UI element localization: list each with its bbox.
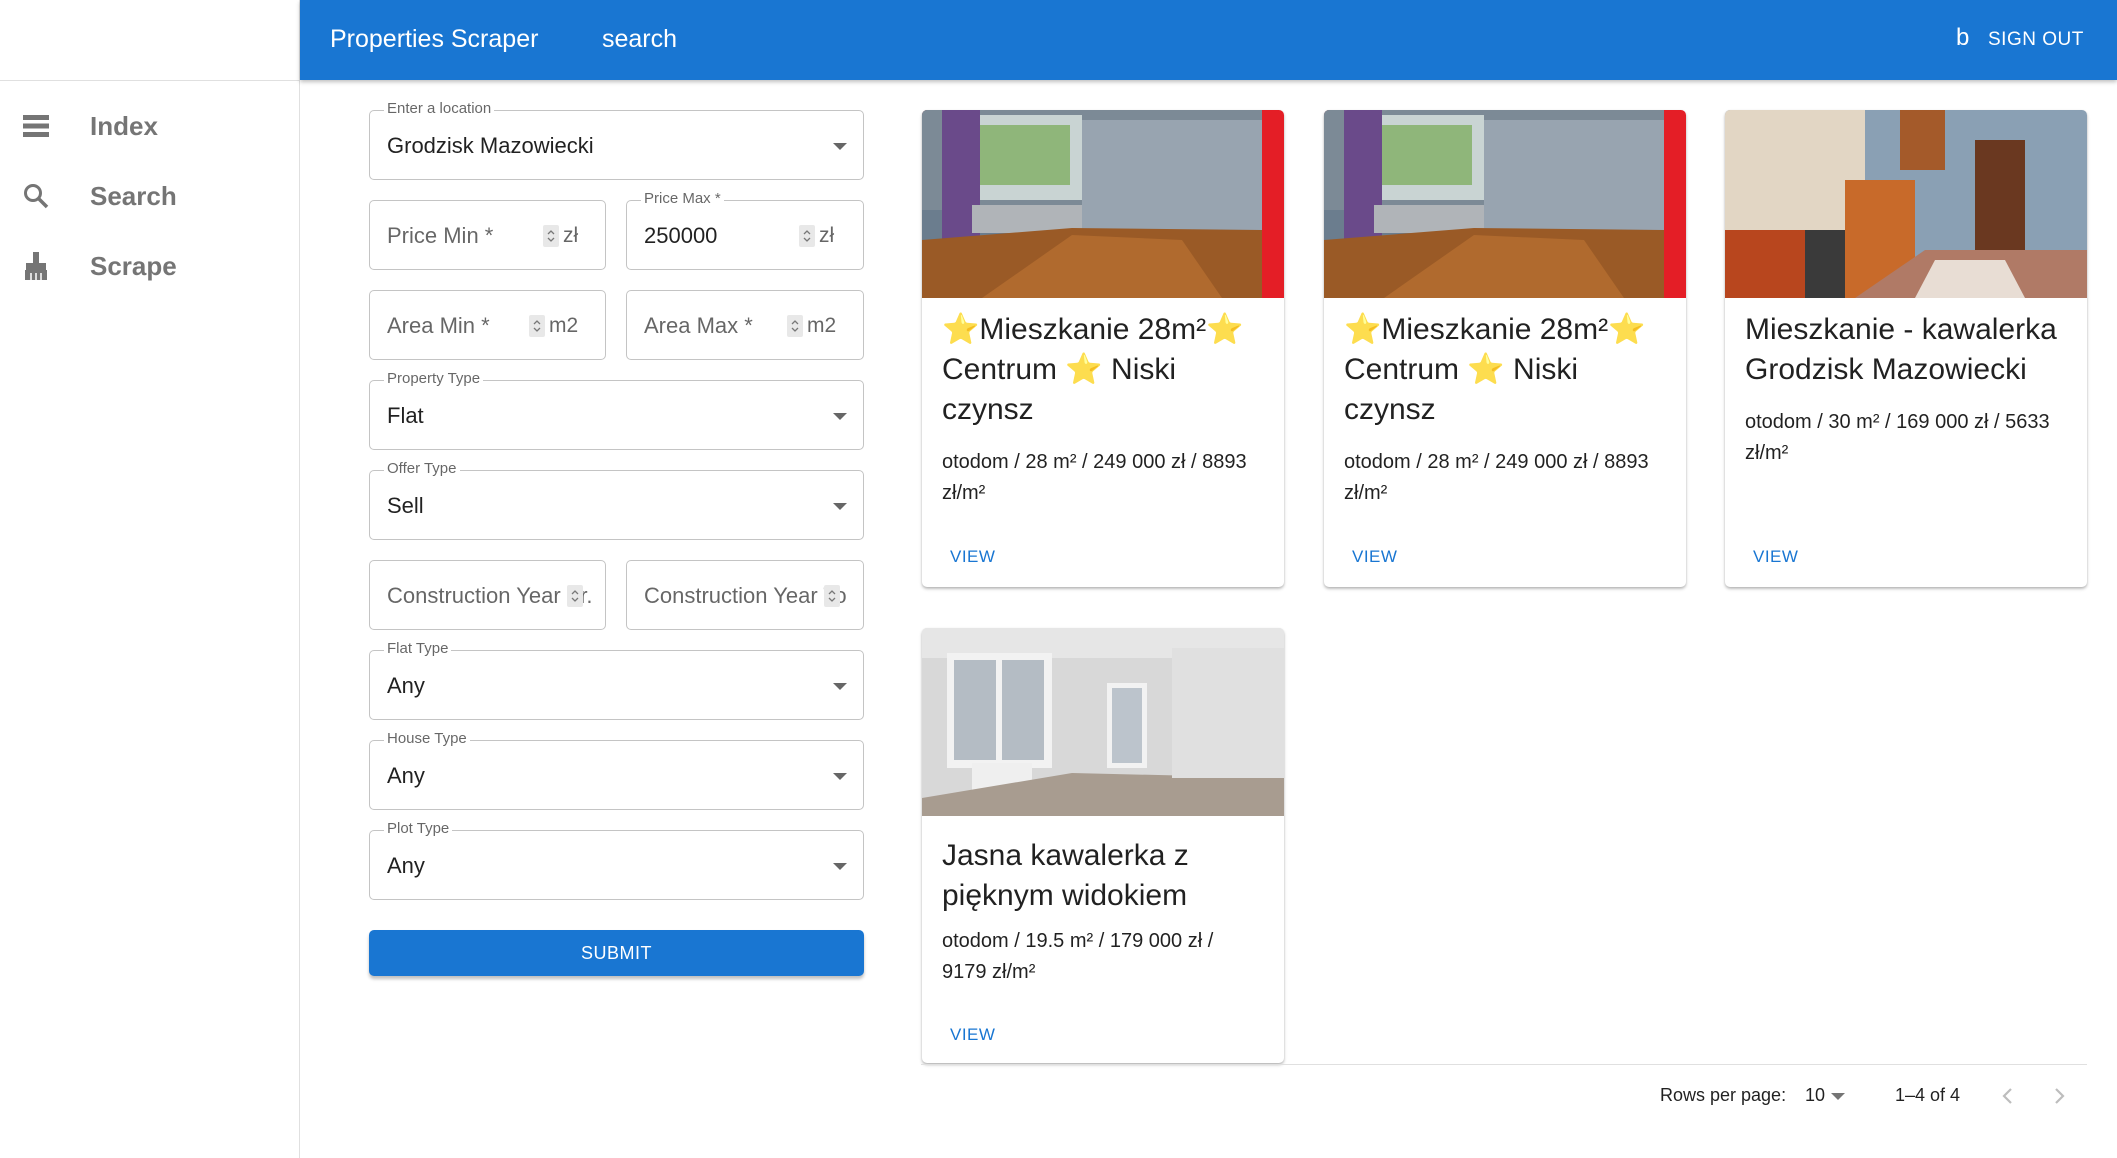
property-type-select[interactable]: Property Type Flat [369,370,864,450]
chevron-down-icon [833,683,847,690]
price-max-value: 250000 [644,223,718,248]
chevron-down-icon [833,863,847,870]
construction-year-to-field[interactable]: Construction Year To * [626,560,864,630]
chevron-left-icon[interactable] [2000,1086,2016,1106]
spinner-icon[interactable] [799,225,815,247]
sidebar-item-search[interactable]: Search [0,161,299,231]
submit-button[interactable]: SUBMIT [369,930,864,976]
rows-per-page-select[interactable]: 10 [1805,1085,1825,1106]
currency-unit: zł [563,224,579,247]
property-type-value: Flat [387,403,424,428]
price-min-placeholder: Price Min * [387,223,494,248]
property-card: Mieszkanie - kawalerka Grodzisk Mazowiec… [1725,110,2087,587]
chevron-right-icon[interactable] [2051,1086,2067,1106]
chevron-down-icon [833,143,847,150]
pagination-range: 1–4 of 4 [1895,1085,1961,1105]
card-description: otodom / 30 m² / 169 000 zł / 5633 zł/m² [1745,411,2050,464]
user-initial: b [1956,24,1970,51]
sidebar-item-index[interactable]: Index [0,91,299,161]
area-unit: m2 [807,314,837,337]
spinner-icon[interactable] [824,585,840,607]
flat-type-label: Flat Type [384,640,452,657]
card-title: Jasna kawalerka z pięknym widokiem [942,839,1189,912]
house-type-value: Any [387,763,425,788]
area-max-placeholder: Area Max * [644,313,753,338]
room-photo-red-border-icon[interactable] [922,110,1284,298]
area-min-placeholder: Area Min * [387,313,490,338]
construction-year-from-field[interactable]: Construction Year Fr... [369,560,606,630]
room-photo-red-border-icon[interactable] [1324,110,1686,298]
pagination-divider [921,1064,2087,1065]
property-card: ⭐Mieszkanie 28m²⭐ Centrum ⭐ Niski czynsz… [1324,110,1686,587]
price-max-label: Price Max * [641,190,724,207]
plot-type-label: Plot Type [384,820,453,837]
card-title: Mieszkanie - kawalerka Grodzisk Mazowiec… [1745,313,2057,386]
flat-type-value: Any [387,673,425,698]
cleaning-brush-icon [20,250,52,282]
sidebar-item-scrape[interactable]: Scrape [0,231,299,301]
area-unit: m2 [549,314,579,337]
sidebar-item-label: Scrape [90,250,177,281]
spinner-icon[interactable] [529,315,545,337]
view-button[interactable]: VIEW [1753,547,1798,567]
search-icon [20,180,52,212]
view-button[interactable]: VIEW [950,1025,995,1045]
search-nav-link[interactable]: search [602,25,677,54]
house-type-select[interactable]: House Type Any [369,730,864,810]
sign-out-button[interactable]: SIGN OUT [1988,29,2084,51]
area-max-field[interactable]: Area Max * m2 [626,290,864,360]
offer-type-label: Offer Type [384,460,460,477]
flat-type-select[interactable]: Flat Type Any [369,640,864,720]
price-max-field[interactable]: Price Max * 250000 zł [626,190,864,270]
spinner-icon[interactable] [787,315,803,337]
view-button[interactable]: VIEW [950,547,995,567]
property-card: ⭐Mieszkanie 28m²⭐ Centrum ⭐ Niski czynsz… [922,110,1284,587]
spinner-icon[interactable] [567,585,583,607]
card-title: ⭐Mieszkanie 28m²⭐ Centrum ⭐ Niski czynsz [942,313,1244,426]
location-value: Grodzisk Mazowiecki [387,133,594,158]
chevron-down-icon [833,503,847,510]
property-type-label: Property Type [384,370,484,387]
spinner-icon[interactable] [543,225,559,247]
offer-type-select[interactable]: Offer Type Sell [369,460,864,540]
location-label: Enter a location [384,100,495,117]
currency-unit: zł [819,224,835,247]
house-type-label: House Type [384,730,470,747]
area-min-field[interactable]: Area Min * m2 [369,290,606,360]
sidebar-item-label: Index [90,110,158,141]
list-icon [20,110,52,142]
price-min-field[interactable]: Price Min * zł [369,200,606,270]
kitchen-photo-icon[interactable] [1725,110,2087,298]
app-title[interactable]: Properties Scraper [330,25,538,54]
sidebar-header [0,0,299,81]
rows-per-page-label: Rows per page: [1660,1085,1787,1105]
view-button[interactable]: VIEW [1352,547,1397,567]
bright-room-photo-icon[interactable] [922,628,1284,816]
location-select[interactable]: Enter a location Grodzisk Mazowiecki [369,100,864,180]
card-title: ⭐Mieszkanie 28m²⭐ Centrum ⭐ Niski czynsz [1344,313,1646,426]
plot-type-select[interactable]: Plot Type Any [369,820,864,900]
construction-year-from-placeholder: Construction Year Fr... [387,583,592,608]
card-description: otodom / 28 m² / 249 000 zł / 8893 zł/m² [942,451,1247,504]
chevron-down-icon [833,413,847,420]
sidebar: Index Search Scrape [0,0,300,1158]
chevron-down-icon [833,773,847,780]
card-description: otodom / 28 m² / 249 000 zł / 8893 zł/m² [1344,451,1649,504]
sidebar-item-label: Search [90,180,177,211]
construction-year-to-placeholder: Construction Year To * [644,583,849,608]
chevron-down-icon[interactable] [1831,1093,1845,1101]
card-description: otodom / 19.5 m² / 179 000 zł / 9179 zł/… [942,930,1214,983]
app-bar: Properties Scraper search b SIGN OUT [300,0,2117,80]
offer-type-value: Sell [387,493,424,518]
plot-type-value: Any [387,853,425,878]
property-card: Jasna kawalerka z pięknym widokiem otodo… [922,628,1284,1063]
